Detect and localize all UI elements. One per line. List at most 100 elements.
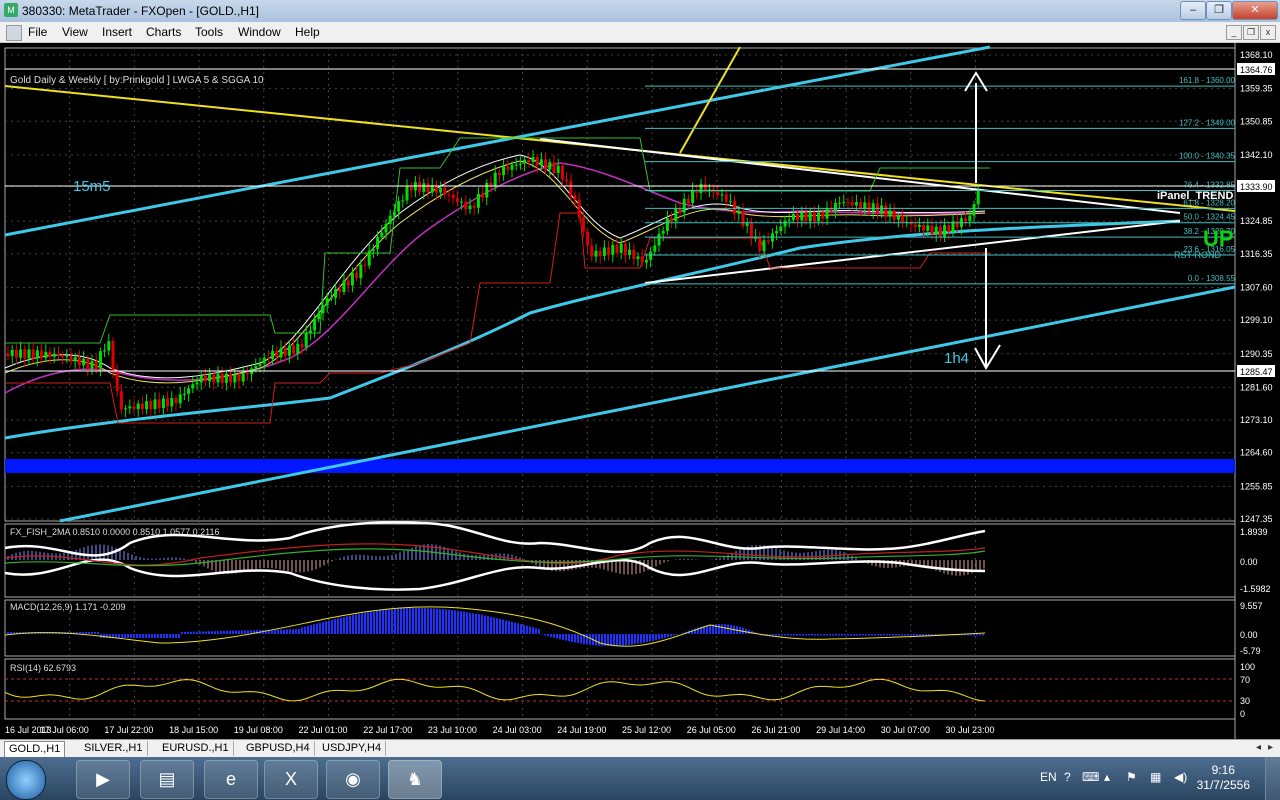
close-button[interactable]: ✕ xyxy=(1232,1,1278,20)
macd-tick-zero: 0.00 xyxy=(1240,630,1258,640)
candle-body xyxy=(863,202,867,209)
fib-level-label: 161.8 - 1360.00 xyxy=(1179,76,1236,85)
candle-body xyxy=(237,374,241,382)
fisher-tick-top: 1.8939 xyxy=(1240,527,1268,537)
candle-body xyxy=(850,202,854,206)
price-tick-label: 1273.10 xyxy=(1240,415,1273,425)
price-tick-label: 1359.35 xyxy=(1240,84,1273,94)
tab-gold-h1[interactable]: GOLD.,H1 xyxy=(4,741,66,757)
candle-body xyxy=(342,280,346,292)
candle-body xyxy=(371,249,375,251)
candle-body xyxy=(586,231,590,246)
candle-body xyxy=(775,231,779,234)
candle-body xyxy=(103,350,107,352)
chart-window-icon[interactable] xyxy=(6,25,22,41)
candle-body xyxy=(506,166,510,170)
magenta-ma-line xyxy=(4,162,986,394)
menu-insert[interactable]: Insert xyxy=(102,25,132,39)
minimize-button[interactable]: – xyxy=(1180,1,1206,20)
chart-area[interactable]: 161.8 - 1360.00 127.2 - 1349.00 100.0 - 13… xyxy=(0,43,1280,739)
tab-scroll-right-icon[interactable]: ▸ xyxy=(1268,742,1273,753)
fisher-lower-line xyxy=(4,558,986,591)
metatrader-taskbar-icon[interactable]: ♞ xyxy=(388,760,442,799)
menu-view[interactable]: View xyxy=(62,25,88,39)
fib-level-label: 50.0 - 1324.45 xyxy=(1183,213,1235,222)
rsi-tick-100: 100 xyxy=(1240,662,1255,672)
rsi-tick-0: 0 xyxy=(1240,709,1245,719)
action-center-icon[interactable]: ⚑ xyxy=(1126,770,1137,784)
candle-body xyxy=(182,393,186,395)
show-hidden-icons-icon[interactable]: ▴ xyxy=(1104,770,1110,784)
excel-icon[interactable]: X xyxy=(264,760,318,799)
candle-body xyxy=(619,243,623,253)
network-tray-icon[interactable]: ⌨ xyxy=(1082,770,1099,784)
mdi-close-button[interactable]: x xyxy=(1260,25,1276,40)
language-indicator[interactable]: EN xyxy=(1040,770,1057,784)
candle-body xyxy=(783,220,787,227)
candle-body xyxy=(187,388,191,394)
candle-body xyxy=(409,186,413,191)
candle-body xyxy=(838,202,842,204)
menu-file[interactable]: File xyxy=(28,25,47,39)
candle-body xyxy=(111,341,115,372)
file-explorer-icon[interactable]: ▤ xyxy=(140,760,194,799)
show-desktop-button[interactable] xyxy=(1265,757,1280,800)
start-button[interactable] xyxy=(6,760,46,800)
candle-body xyxy=(514,164,518,166)
candle-body xyxy=(964,218,968,222)
window-title: 380330: MetaTrader - FXOpen - [GOLD.,H1] xyxy=(22,4,259,18)
candle-body xyxy=(317,313,321,320)
candle-body xyxy=(766,240,770,242)
menu-tools[interactable]: Tools xyxy=(195,25,223,39)
candle-body xyxy=(6,353,10,357)
candle-body xyxy=(27,349,31,359)
candle-body xyxy=(82,358,86,366)
candle-body xyxy=(518,163,522,165)
candle-body xyxy=(535,157,539,166)
candle-body xyxy=(65,355,69,357)
candle-body xyxy=(922,224,926,231)
mdi-minimize-button[interactable]: _ xyxy=(1226,25,1242,40)
maximize-button[interactable]: ❐ xyxy=(1206,1,1232,20)
fib-level-label: 127.2 - 1349.00 xyxy=(1179,118,1236,127)
menu-window[interactable]: Window xyxy=(238,25,281,39)
system-clock[interactable]: 9:16 31/7/2556 xyxy=(1197,763,1250,793)
yellow-ma-line xyxy=(4,160,986,384)
chart-tabs-bar: GOLD.,H1 SILVER.,H1 EURUSD.,H1 GBPUSD,H4… xyxy=(0,739,1280,758)
tab-scroll-left-icon[interactable]: ◂ xyxy=(1256,742,1261,753)
media-player-icon[interactable]: ▶ xyxy=(76,760,130,799)
network-status-icon[interactable]: ▦ xyxy=(1150,770,1161,784)
menu-charts[interactable]: Charts xyxy=(146,25,181,39)
candle-body xyxy=(602,247,606,257)
internet-explorer-icon[interactable]: e xyxy=(204,760,258,799)
volume-icon[interactable]: ◀) xyxy=(1174,770,1187,784)
candle-body xyxy=(493,172,497,187)
fib-level-label: 76.4 - 1332.85 xyxy=(1183,180,1235,189)
clock-time: 9:16 xyxy=(1211,763,1235,777)
candle-body xyxy=(468,205,472,210)
tab-usdjpy-h4[interactable]: USDJPY,H4 xyxy=(318,741,387,756)
rsi-tick-70: 70 xyxy=(1240,675,1250,685)
candle-body xyxy=(128,406,132,409)
candle-body xyxy=(174,398,178,404)
tab-silver-h1[interactable]: SILVER.,H1 xyxy=(80,741,148,756)
candle-body xyxy=(762,240,766,251)
tab-gbpusd-h4[interactable]: GBPUSD,H4 xyxy=(242,741,315,756)
candle-body xyxy=(476,193,480,208)
candle-body xyxy=(464,201,468,210)
menu-help[interactable]: Help xyxy=(295,25,320,39)
candle-body xyxy=(14,349,18,358)
current-price-tag: 1333.90 xyxy=(1240,182,1273,192)
tab-eurusd-h1[interactable]: EURUSD.,H1 xyxy=(158,741,234,756)
candle-body xyxy=(346,280,350,286)
mdi-restore-button[interactable]: ❐ xyxy=(1243,25,1259,40)
candle-body xyxy=(405,186,409,201)
time-tick-label: 24 Jul 03:00 xyxy=(493,725,542,735)
metatrader-app-icon[interactable]: M xyxy=(4,3,18,17)
candle-body xyxy=(271,351,275,360)
chrome-icon[interactable]: ◉ xyxy=(326,760,380,799)
help-tray-icon[interactable]: ? xyxy=(1064,770,1071,784)
candle-body xyxy=(86,358,90,369)
candle-body xyxy=(422,183,426,192)
candle-body xyxy=(896,216,900,220)
